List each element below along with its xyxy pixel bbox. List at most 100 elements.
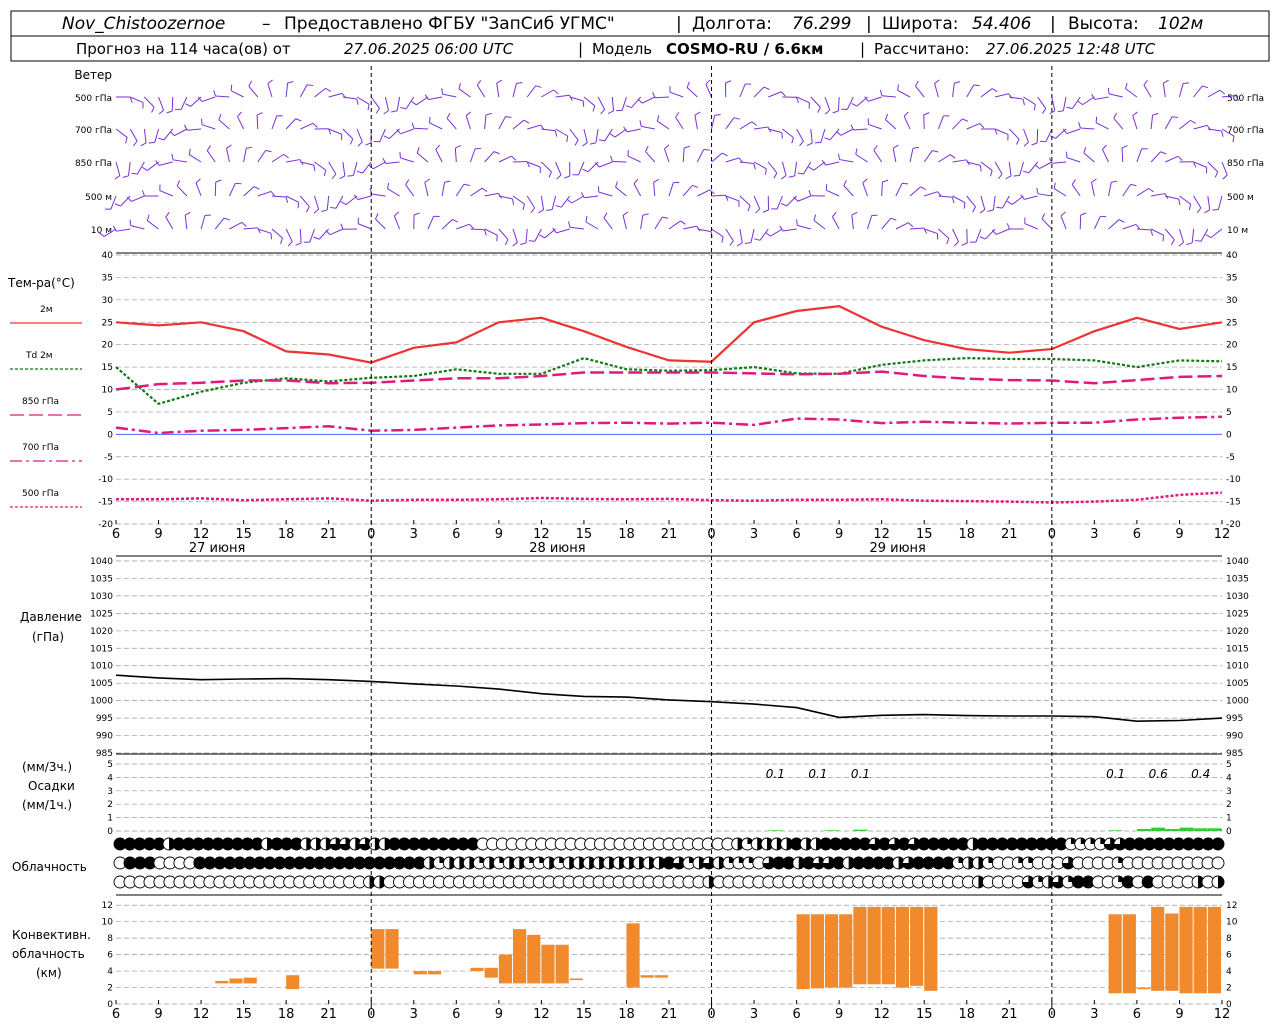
wind-barb-feather (721, 236, 724, 243)
wind-barb (980, 161, 993, 171)
pressure-ytick-left: 1000 (90, 697, 113, 707)
temp-ytick-left: 20 (102, 341, 114, 351)
wind-barb-feather (582, 100, 585, 107)
wind-barb-feather (1113, 112, 1118, 119)
wind-barb-feather (765, 232, 771, 237)
wind-barb-feather (325, 87, 331, 92)
wind-barb-feather (1111, 180, 1118, 183)
wind-barb (1164, 116, 1173, 130)
wind-barb (541, 89, 554, 98)
temp-series-4 (116, 491, 1223, 504)
wind-barb (980, 195, 986, 210)
conv-bar (413, 971, 427, 975)
wind-barb-feather (171, 153, 174, 160)
wind-barb (299, 228, 302, 244)
x-tick-label: 3 (410, 1007, 418, 1022)
conv-bar (1193, 906, 1207, 994)
precip-3h-label: 0.6 (1149, 767, 1168, 781)
conv-ytick-left: 2 (107, 984, 113, 994)
wind-barb (314, 161, 327, 171)
wind-barb-feather (458, 83, 461, 90)
wind-barb-feather (946, 238, 950, 245)
wind-barb (862, 182, 868, 197)
wind-level-left: 850 гПа (75, 159, 112, 169)
temp-ytick-right: -10 (1226, 475, 1241, 485)
wind-barb (952, 159, 967, 163)
wind-barb (881, 95, 896, 98)
wind-barb-feather (424, 178, 431, 183)
wind-barb (1012, 195, 1024, 205)
wind-barb-feather (652, 92, 656, 98)
wind-barb-feather (1222, 174, 1228, 180)
conv-bar (541, 944, 555, 984)
cloud-fill-full (1212, 838, 1224, 850)
x-tick-label: 15 (235, 527, 252, 542)
wind-barb-feather (1130, 183, 1137, 187)
temp-ytick-left: -10 (98, 475, 113, 485)
conv-bar (853, 906, 867, 985)
header-sep-4: | (578, 40, 583, 58)
wind-barb-feather (307, 84, 314, 87)
wind-barb-feather (824, 137, 831, 141)
wind-barb (174, 128, 188, 137)
wind-barb-feather (339, 175, 346, 180)
wind-barb (400, 128, 414, 135)
cloud-title: Облачность (12, 860, 87, 874)
alt-value: 102м (1158, 14, 1203, 34)
pressure-ytick-right: 990 (1226, 732, 1243, 742)
wind-barb-feather (753, 163, 756, 170)
wind-barb (753, 195, 761, 209)
wind-barb (653, 182, 656, 197)
temp-series-0 (115, 304, 1223, 364)
wind-barb-feather (725, 80, 732, 84)
wind-barb (512, 228, 518, 243)
wind-barb-feather (218, 113, 222, 120)
wind-barb (711, 228, 724, 238)
wind-barb (1108, 93, 1123, 98)
wind-barb-feather (323, 170, 327, 177)
wind-barb (1071, 96, 1081, 109)
wind-barb-feather (1036, 187, 1039, 194)
wind-barb-feather (991, 88, 998, 93)
wind-barb-feather (556, 174, 562, 180)
wind-barb (1062, 96, 1067, 111)
wind-barb (165, 216, 174, 230)
wind-barb-feather (892, 144, 899, 149)
wind-barb-feather (405, 179, 410, 185)
legend-label-3: 700 гПа (22, 443, 59, 453)
wind-barb (372, 161, 386, 170)
wind-barb (725, 228, 734, 242)
wind-barb-feather (215, 179, 222, 183)
wind-barb-feather (1205, 234, 1212, 239)
wind-barb-feather (903, 111, 909, 117)
wind-barb-feather (607, 110, 614, 115)
conv-bar (555, 944, 569, 984)
x-tick-label: 6 (792, 527, 800, 542)
wind-barb-feather (780, 91, 786, 97)
wind-barb-feather (692, 184, 699, 188)
wind-barb (753, 161, 767, 170)
wind-barb (1008, 128, 1020, 140)
wind-barb (640, 215, 644, 230)
wind-barb-feather (1033, 104, 1036, 111)
wind-barb-feather (765, 168, 767, 175)
temp-ytick-left: 15 (102, 363, 113, 373)
conv-bar (498, 954, 513, 984)
wind-barb (824, 96, 831, 111)
wind-barb (1132, 115, 1138, 130)
wind-barb (782, 228, 797, 232)
conv-bar (626, 923, 640, 988)
wind-barb (1039, 161, 1053, 170)
wind-barb (442, 93, 457, 98)
wind-barb-feather (1083, 146, 1087, 153)
wind-barb (739, 228, 743, 243)
wind-barb (810, 128, 813, 143)
cloud-symbols (113, 837, 1225, 889)
conv-unit: (км) (36, 966, 62, 980)
wind-barb-feather (306, 206, 310, 213)
wind-barb-feather (709, 189, 715, 195)
wind-barb (1023, 195, 1038, 200)
legend-label-1: Td 2м (25, 351, 53, 361)
wind-barb-feather (799, 140, 804, 147)
wind-barb-feather (885, 113, 889, 120)
